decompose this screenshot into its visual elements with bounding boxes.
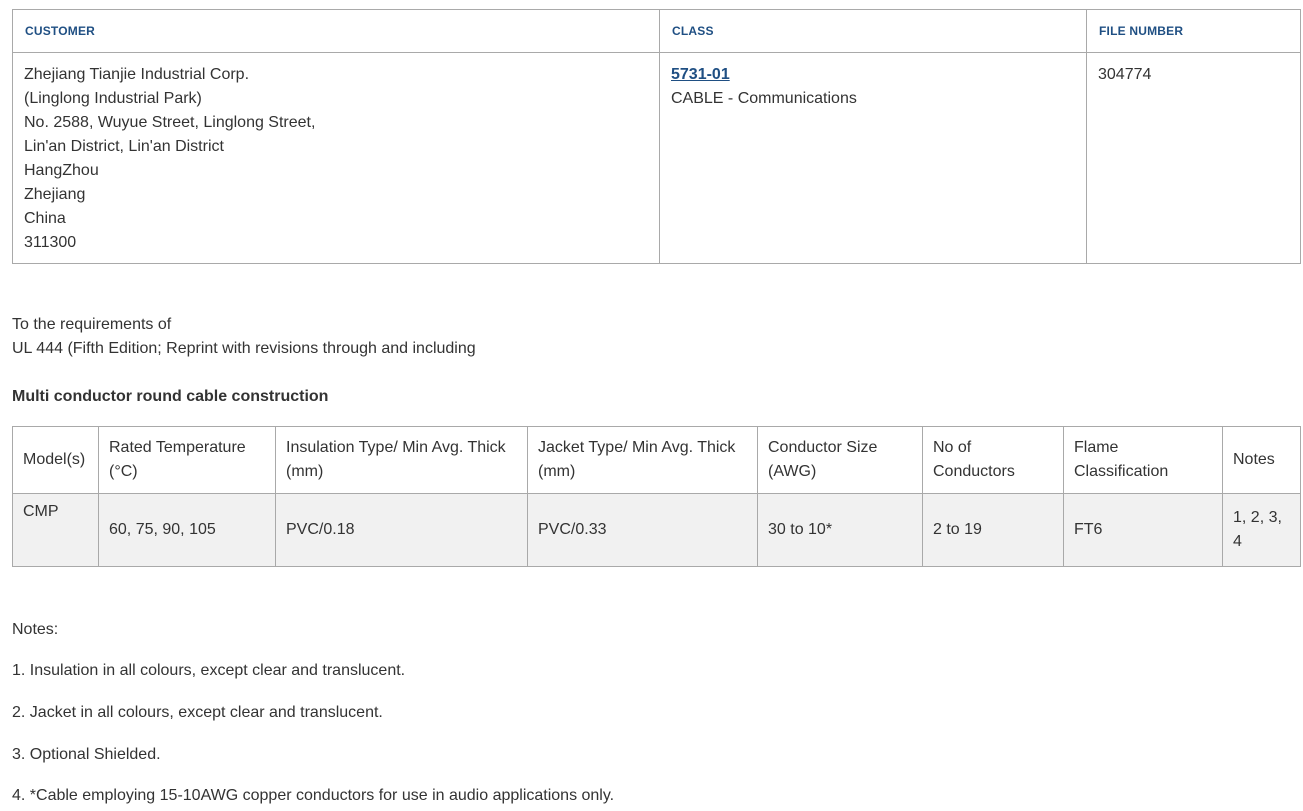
customer-postal-code: 311300	[24, 234, 77, 251]
column-header-insulation: Insulation Type/ Min Avg. Thick (mm)	[275, 426, 528, 494]
column-header-conductor-size: Conductor Size (AWG)	[757, 426, 923, 494]
class-code-link[interactable]: 5731-01	[671, 63, 1074, 87]
column-header-notes: Notes	[1222, 426, 1301, 494]
requirements-standard: UL 444 (Fifth Edition; Reprint with revi…	[12, 340, 476, 357]
note-item: 2. Jacket in all colours, except clear a…	[12, 704, 383, 721]
class-header: CLASS	[659, 9, 1087, 53]
customer-address-line: (Linglong Industrial Park)	[24, 90, 202, 107]
class-description: CABLE - Communications	[671, 90, 857, 107]
cable-construction-table: Model(s) Rated Temperature (°C) Insulati…	[12, 426, 1301, 567]
requirements-intro: To the requirements of	[12, 316, 172, 333]
construction-heading: Multi conductor round cable construction	[12, 388, 329, 405]
cell-rated-temperature: 60, 75, 90, 105	[98, 493, 276, 567]
column-header-no-of-conductors: No of Conductors	[922, 426, 1064, 494]
requirements-text: To the requirements of UL 444 (Fifth Edi…	[12, 313, 476, 361]
file-number-header: FILE NUMBER	[1086, 9, 1301, 53]
customer-address-line: No. 2588, Wuyue Street, Linglong Street,	[24, 114, 316, 131]
column-header-flame-classification: Flame Classification	[1063, 426, 1223, 494]
note-item: 1. Insulation in all colours, except cle…	[12, 662, 406, 679]
notes-label: Notes:	[12, 621, 59, 638]
column-header-models: Model(s)	[12, 426, 99, 494]
cell-no-of-conductors: 2 to 19	[922, 493, 1064, 567]
class-cell: 5731-01 CABLE - Communications	[659, 52, 1087, 264]
column-header-jacket: Jacket Type/ Min Avg. Thick (mm)	[527, 426, 758, 494]
cell-flame-classification: FT6	[1063, 493, 1223, 567]
customer-header: CUSTOMER	[12, 9, 660, 53]
note-item: 3. Optional Shielded.	[12, 746, 161, 763]
customer-name: Zhejiang Tianjie Industrial Corp.	[24, 66, 250, 83]
file-number-value: 304774	[1098, 66, 1152, 83]
customer-city: HangZhou	[24, 162, 99, 179]
cell-model: CMP	[12, 493, 99, 567]
table-row: CMP 60, 75, 90, 105 PVC/0.18 PVC/0.33 30…	[12, 493, 1301, 567]
file-number-cell: 304774	[1086, 52, 1301, 264]
customer-province: Zhejiang	[24, 186, 86, 203]
column-header-rated-temperature: Rated Temperature (°C)	[98, 426, 276, 494]
customer-country: China	[24, 210, 66, 227]
cell-insulation: PVC/0.18	[275, 493, 528, 567]
customer-address-cell: Zhejiang Tianjie Industrial Corp. (Lingl…	[12, 52, 660, 264]
note-item: 4. *Cable employing 15-10AWG copper cond…	[12, 787, 615, 804]
customer-address-line: Lin'an District, Lin'an District	[24, 138, 224, 155]
cell-conductor-size: 30 to 10*	[757, 493, 923, 567]
table-header-row: Model(s) Rated Temperature (°C) Insulati…	[12, 426, 1301, 494]
cell-notes: 1, 2, 3, 4	[1222, 493, 1301, 567]
certificate-info-table: CUSTOMER CLASS FILE NUMBER Zhejiang Tian…	[12, 9, 1301, 264]
cell-jacket: PVC/0.33	[527, 493, 758, 567]
